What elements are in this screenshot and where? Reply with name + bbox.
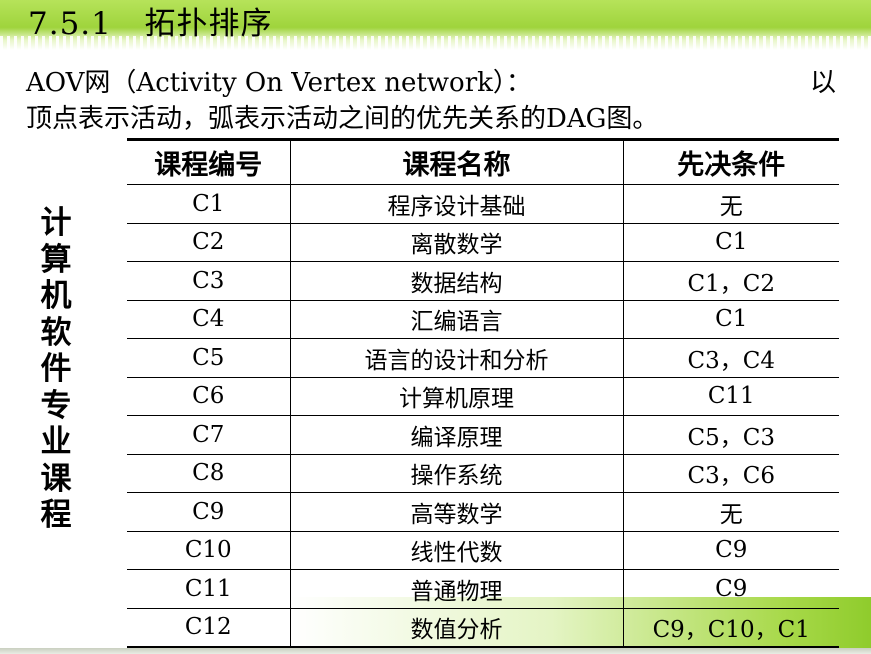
table-row: C8 操作系统 C3，C6: [127, 454, 839, 493]
table-row: C3 数据结构 C1，C2: [127, 261, 839, 301]
cell-course-name: 程序设计基础: [289, 184, 623, 224]
cell-prerequisites: C5，C3: [622, 415, 839, 455]
cell-course-name: 普通物理: [289, 569, 623, 609]
cell-course-name: 计算机原理: [289, 377, 623, 416]
table-header-row: 课程编号 课程名称 先决条件: [127, 138, 839, 185]
cell-course-id: C10: [127, 531, 290, 570]
table-row: C2 离散数学 C1: [127, 223, 839, 262]
table-row: C1 程序设计基础无: [127, 184, 839, 224]
cell-course-name: 操作系统: [289, 454, 623, 493]
cell-course-id: C11: [127, 569, 290, 609]
cell-course-id: C1: [127, 184, 290, 224]
cell-course-id: C6: [127, 377, 290, 416]
side-label: 计算机软件专业课程: [40, 205, 72, 533]
table-row: C7 编译原理 C5，C3: [127, 415, 839, 455]
table-body: C1 程序设计基础无 C2 离散数学 C1 C3 数据结构 C1，C2 C4 汇编语言 C1 C5 语言…: [127, 184, 839, 648]
table-row: C9 高等数学无: [127, 492, 839, 532]
cell-course-id: C3: [127, 261, 290, 301]
cell-prerequisites: C9，C10，C1: [622, 608, 839, 648]
table-row: C11 普通物理 C9: [127, 569, 839, 609]
cell-prerequisites: C1: [622, 223, 839, 262]
intro-line-1-right: 以: [809, 68, 836, 98]
intro-line-2: 顶点表示活动，弧表示活动之间的优先关系的DAG图。: [26, 104, 659, 134]
cell-course-name: 编译原理: [289, 415, 623, 455]
cell-course-name: 语言的设计和分析: [289, 338, 623, 378]
slide-title: 7.5.1 拓扑排序: [28, 6, 273, 42]
header-course-name: 课程名称: [289, 138, 623, 185]
cell-course-name: 离散数学: [289, 223, 623, 262]
intro-line-1: AOV网（Activity On Vertex network）： 以: [26, 66, 836, 100]
table-row: C5 语言的设计和分析 C3，C4: [127, 338, 839, 378]
cell-course-id: C8: [127, 454, 290, 493]
header-prerequisites: 先决条件: [622, 138, 839, 185]
cell-prerequisites: C11: [622, 377, 839, 416]
cell-course-id: C9: [127, 492, 290, 532]
cell-course-id: C7: [127, 415, 290, 455]
cell-course-id: C2: [127, 223, 290, 262]
cell-prerequisites: C1: [622, 300, 839, 339]
cell-course-id: C12: [127, 608, 290, 648]
intro-line-1-left: AOV网（Activity On Vertex network）：: [26, 68, 532, 98]
cell-prerequisites: 无: [622, 492, 839, 532]
course-table: 课程编号 课程名称 先决条件 C1 程序设计基础无 C2 离散数学 C1 C3 数据结构 C1…: [127, 138, 839, 648]
table-row: C4 汇编语言 C1: [127, 300, 839, 339]
table-row: C10 线性代数 C9: [127, 531, 839, 570]
table-row: C12 数值分析 C9，C10，C1: [127, 608, 839, 648]
cell-course-name: 数值分析: [289, 608, 623, 648]
cell-course-id: C4: [127, 300, 290, 339]
cell-prerequisites: C9: [622, 569, 839, 609]
cell-course-id: C5: [127, 338, 290, 378]
cell-course-name: 汇编语言: [289, 300, 623, 339]
bottom-divider: [0, 648, 871, 654]
cell-prerequisites: C9: [622, 531, 839, 570]
cell-prerequisites: C1，C2: [622, 261, 839, 301]
table-row: C6 计算机原理 C11: [127, 377, 839, 416]
cell-prerequisites: C3，C4: [622, 338, 839, 378]
cell-prerequisites: 无: [622, 184, 839, 224]
header-course-id: 课程编号: [127, 138, 290, 185]
cell-course-name: 高等数学: [289, 492, 623, 532]
cell-course-name: 线性代数: [289, 531, 623, 570]
cell-course-name: 数据结构: [289, 261, 623, 301]
cell-prerequisites: C3，C6: [622, 454, 839, 493]
